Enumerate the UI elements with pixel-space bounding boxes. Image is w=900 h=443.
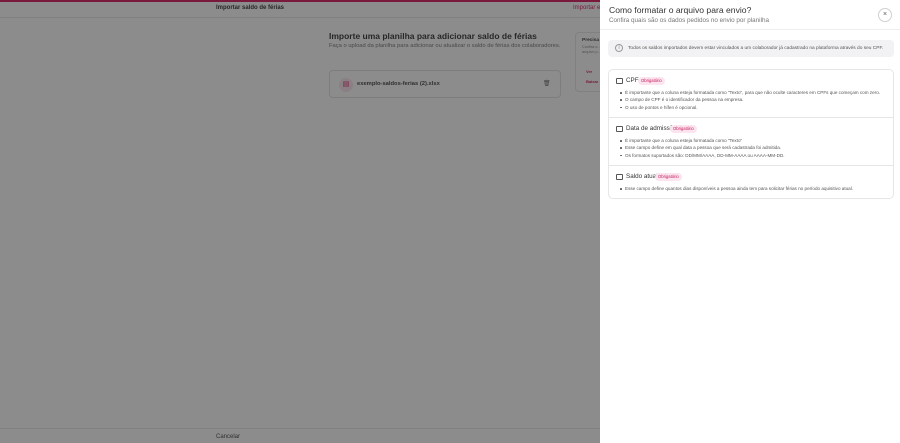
list-item: É importante que a coluna esteja formata… xyxy=(620,137,785,144)
list-item: O campo de CPF é o identificador da pess… xyxy=(620,96,880,103)
user-info-icon: i xyxy=(615,44,623,52)
list-item: Os formatos suportados são: DD/MM/AAAA, … xyxy=(620,152,785,159)
modal-overlay[interactable] xyxy=(0,0,600,443)
required-badge: Obrigatório xyxy=(670,124,697,133)
drawer-subtitle: Confira quais são os dados pedidos no en… xyxy=(609,17,769,24)
field-rules: Esse campo define quantos dias disponíve… xyxy=(620,185,853,192)
calendar-icon xyxy=(616,126,623,132)
field-current-balance: Saldo atual Obrigatório Esse campo defin… xyxy=(609,166,893,199)
info-banner-text: Todos os saldos importados devem estar v… xyxy=(628,45,884,51)
info-banner: i Todos os saldos importados devem estar… xyxy=(608,40,894,57)
field-rules: É importante que a coluna esteja formata… xyxy=(620,137,785,159)
id-card-icon xyxy=(616,78,623,84)
drawer-title: Como formatar o arquivo para envio? xyxy=(609,5,752,15)
list-item: Esse campo define quantos dias disponíve… xyxy=(620,185,853,192)
list-item: É importante que a coluna esteja formata… xyxy=(620,89,880,96)
required-badge: Obrigatório xyxy=(655,172,682,181)
list-item: O uso de pontos e hífen é opcional. xyxy=(620,104,880,111)
field-cpf: CPF Obrigatório É importante que a colun… xyxy=(609,70,893,118)
field-title: CPF xyxy=(626,77,639,84)
list-item: Esse campo define em qual data a pessoa … xyxy=(620,144,785,151)
format-help-drawer: Como formatar o arquivo para envio? Conf… xyxy=(600,0,900,443)
required-badge: Obrigatório xyxy=(638,76,665,85)
wallet-icon xyxy=(616,174,623,180)
field-list: CPF Obrigatório É importante que a colun… xyxy=(608,69,894,199)
field-admission-date: Data de admissão Obrigatório É important… xyxy=(609,118,893,166)
field-title: Saldo atual xyxy=(626,173,658,180)
close-icon: × xyxy=(882,11,888,18)
close-button[interactable]: × xyxy=(878,8,892,22)
field-rules: É importante que a coluna esteja formata… xyxy=(620,89,880,111)
drawer-header: Como formatar o arquivo para envio? Conf… xyxy=(600,0,900,30)
